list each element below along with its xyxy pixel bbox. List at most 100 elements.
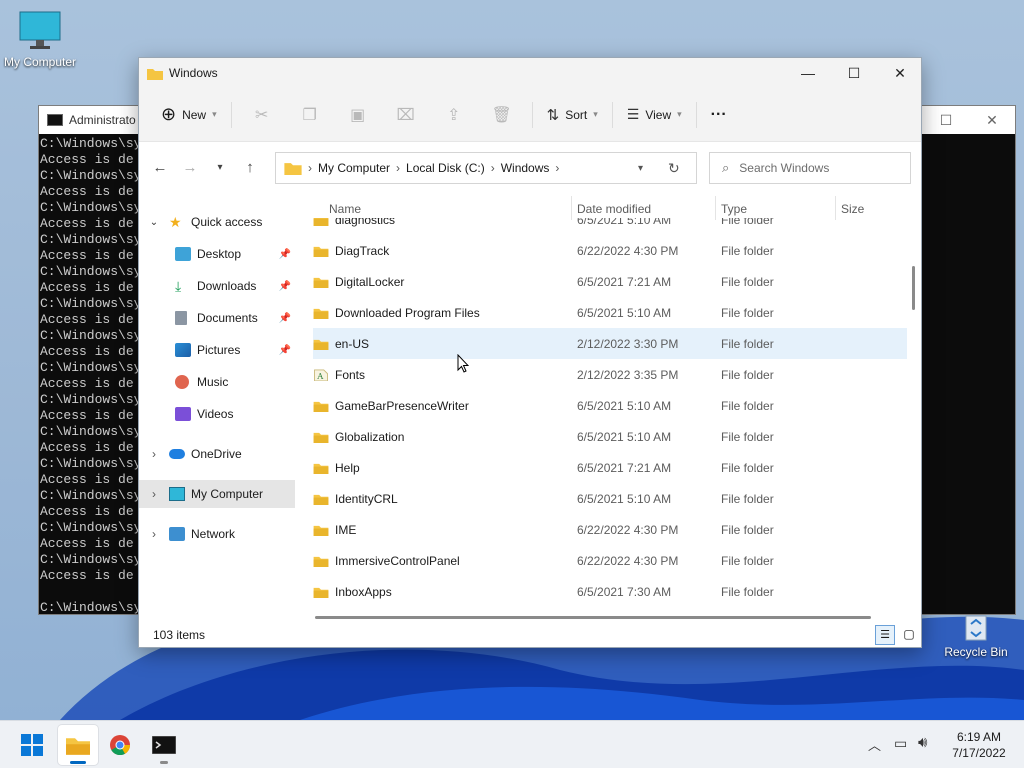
cloud-icon bbox=[169, 449, 185, 459]
details-view-button[interactable]: ☰ bbox=[875, 625, 895, 645]
file-type: File folder bbox=[721, 522, 774, 537]
file-row[interactable]: IME 6/22/2022 4:30 PM File folder bbox=[313, 514, 907, 545]
share-icon: ⇪ bbox=[446, 106, 461, 124]
nav-item-videos[interactable]: Videos bbox=[139, 400, 295, 428]
cmd-close-button[interactable]: ✕ bbox=[969, 106, 1015, 134]
nav-quick-access[interactable]: ⌄ ★ Quick access bbox=[139, 208, 295, 236]
nav-onedrive[interactable]: › OneDrive bbox=[139, 440, 295, 468]
breadcrumb-separator-icon: › bbox=[555, 161, 560, 175]
folder-icon bbox=[313, 432, 329, 443]
file-row[interactable]: Help 6/5/2021 7:21 AM File folder bbox=[313, 452, 907, 483]
column-header-name[interactable]: Name bbox=[329, 202, 361, 216]
address-history-button[interactable]: ▾ bbox=[638, 163, 643, 174]
folder-icon bbox=[284, 163, 302, 175]
toolbar-divider bbox=[695, 101, 697, 128]
forward-button[interactable]: → bbox=[175, 159, 205, 176]
rename-button[interactable]: ⌧ bbox=[382, 99, 430, 131]
column-header-type[interactable]: Type bbox=[721, 202, 747, 216]
tiles-view-button[interactable]: ▢ bbox=[899, 625, 919, 645]
folder-icon bbox=[313, 401, 329, 412]
network-status-icon[interactable]: ▭ bbox=[894, 735, 907, 752]
horizontal-scrollbar[interactable] bbox=[315, 616, 871, 619]
sort-button[interactable]: ⇅ Sort ▾ bbox=[539, 99, 606, 131]
folder-icon bbox=[313, 246, 329, 257]
close-icon: ✕ bbox=[986, 111, 998, 128]
desktop-icon-my-computer[interactable]: My Computer bbox=[2, 10, 78, 69]
delete-button[interactable]: 🗑 bbox=[478, 99, 526, 131]
nav-item-documents[interactable]: Documents 📌 bbox=[139, 304, 295, 332]
nav-item-music[interactable]: Music bbox=[139, 368, 295, 396]
nav-item-label: Desktop bbox=[197, 247, 242, 261]
folder-icon bbox=[313, 494, 329, 505]
cmd-title: Administrato bbox=[69, 113, 136, 127]
folder-icon bbox=[313, 339, 329, 350]
file-row[interactable]: A Fonts 2/12/2022 3:35 PM File folder bbox=[313, 359, 907, 390]
file-row[interactable]: Globalization 6/5/2021 5:10 AM File folder bbox=[313, 421, 907, 452]
file-row[interactable]: Downloaded Program Files 6/5/2021 5:10 AM… bbox=[313, 297, 907, 328]
file-row[interactable]: IdentityCRL 6/5/2021 5:10 AM File folder bbox=[313, 483, 907, 514]
explorer-window[interactable]: Windows — ☐ ✕ ⊕ New ▾ ✂ ❐ ▣ ⌧ ⇪ 🗑 ⇅ Sort… bbox=[138, 57, 922, 648]
breadcrumb-my-computer[interactable]: My Computer bbox=[318, 161, 390, 175]
address-bar[interactable]: › My Computer › Local Disk (C:) › Window… bbox=[275, 152, 697, 184]
column-divider[interactable] bbox=[715, 196, 716, 220]
nav-item-label: Music bbox=[197, 375, 229, 389]
arrow-left-icon: ← bbox=[152, 158, 168, 176]
folder-icon bbox=[147, 68, 163, 80]
start-button[interactable] bbox=[12, 725, 52, 765]
minimize-button[interactable]: — bbox=[785, 58, 831, 88]
nav-item-desktop[interactable]: Desktop 📌 bbox=[139, 240, 295, 268]
clock[interactable]: 6:19 AM 7/17/2022 bbox=[944, 729, 1014, 761]
new-button[interactable]: ⊕ New ▾ bbox=[153, 99, 225, 131]
taskbar-file-explorer[interactable] bbox=[58, 725, 98, 765]
taskbar-chrome[interactable] bbox=[100, 725, 140, 765]
nav-my-computer[interactable]: › My Computer bbox=[139, 480, 295, 508]
nav-network[interactable]: › Network bbox=[139, 520, 295, 548]
breadcrumb-windows[interactable]: Windows bbox=[501, 161, 550, 175]
volume-icon[interactable]: 🔊︎ bbox=[918, 734, 927, 751]
file-row[interactable]: DiagTrack 6/22/2022 4:30 PM File folder bbox=[313, 235, 907, 266]
more-options-button[interactable]: ··· bbox=[703, 99, 735, 131]
view-label: View bbox=[645, 107, 672, 122]
taskbar-cmd[interactable] bbox=[144, 725, 184, 765]
column-divider[interactable] bbox=[835, 196, 836, 220]
file-row[interactable]: en-US 2/12/2022 3:30 PM File folder bbox=[313, 328, 907, 359]
file-date: 6/22/2022 4:30 PM bbox=[577, 553, 679, 568]
column-divider[interactable] bbox=[571, 196, 572, 220]
column-header-date[interactable]: Date modified bbox=[577, 202, 651, 216]
mouse-cursor-icon bbox=[457, 354, 469, 373]
file-type: File folder bbox=[721, 460, 774, 475]
file-row[interactable]: ImmersiveControlPanel 6/22/2022 4:30 PM Fi… bbox=[313, 545, 907, 576]
show-hidden-icons-button[interactable]: ︿ bbox=[868, 735, 881, 754]
view-button[interactable]: ☰ View ▾ bbox=[619, 99, 690, 131]
nav-quick-access-label: Quick access bbox=[191, 215, 263, 229]
search-box[interactable]: ⌕ Search Windows bbox=[709, 152, 911, 184]
file-name: GameBarPresenceWriter bbox=[335, 398, 469, 413]
file-name: InboxApps bbox=[335, 584, 392, 599]
up-button[interactable]: ↑ bbox=[235, 159, 265, 176]
vertical-scrollbar[interactable] bbox=[910, 196, 916, 602]
scrollbar-thumb[interactable] bbox=[912, 266, 915, 310]
more-icon: ··· bbox=[710, 105, 727, 123]
column-header-size[interactable]: Size bbox=[841, 202, 864, 216]
chevron-down-icon: ▾ bbox=[212, 109, 217, 119]
share-button[interactable]: ⇪ bbox=[430, 99, 478, 131]
cmd-maximize-button[interactable]: ☐ bbox=[923, 106, 969, 134]
copy-button[interactable]: ❐ bbox=[286, 99, 334, 131]
back-button[interactable]: ← bbox=[145, 159, 175, 176]
file-row[interactable]: GameBarPresenceWriter 6/5/2021 5:10 AM Fil… bbox=[313, 390, 907, 421]
nav-item-pictures[interactable]: Pictures 📌 bbox=[139, 336, 295, 364]
breadcrumb-local-disk[interactable]: Local Disk (C:) bbox=[406, 161, 485, 175]
recent-locations-button[interactable]: ▾ bbox=[205, 162, 235, 173]
paste-button[interactable]: ▣ bbox=[334, 99, 382, 131]
desktop-icon-recycle-bin[interactable]: Recycle Bin bbox=[940, 612, 1012, 659]
refresh-button[interactable]: ↻ bbox=[668, 160, 680, 177]
folder-icon bbox=[313, 308, 329, 319]
file-row[interactable]: DigitalLocker 6/5/2021 7:21 AM File folder bbox=[313, 266, 907, 297]
cut-button[interactable]: ✂ bbox=[238, 99, 286, 131]
music-icon bbox=[175, 375, 189, 389]
search-input[interactable]: Search Windows bbox=[739, 161, 829, 175]
nav-item-downloads[interactable]: ⤓ Downloads 📌 bbox=[139, 272, 295, 300]
file-row[interactable]: InboxApps 6/5/2021 7:30 AM File folder bbox=[313, 576, 907, 607]
close-button[interactable]: ✕ bbox=[877, 58, 921, 88]
maximize-button[interactable]: ☐ bbox=[831, 58, 877, 88]
